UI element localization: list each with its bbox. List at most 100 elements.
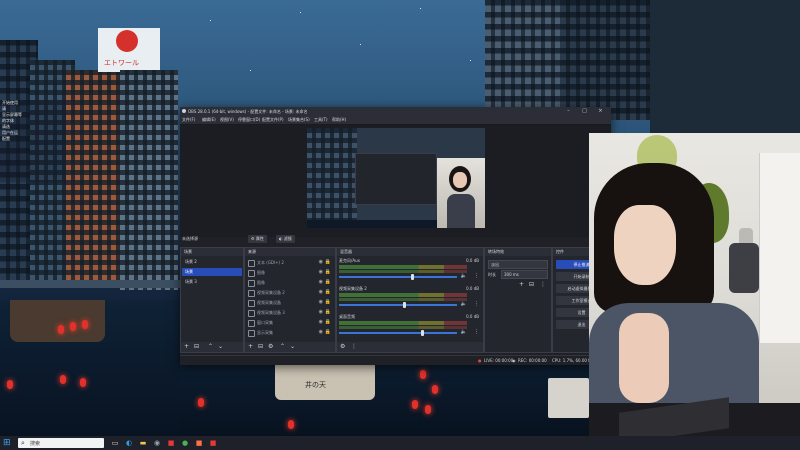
ferry-boat: 井の天 — [275, 362, 375, 400]
add-transition-icon[interactable]: + — [519, 282, 524, 288]
lock-icon[interactable]: 🔒 — [325, 268, 331, 277]
lock-icon[interactable]: 🔒 — [325, 298, 331, 307]
visibility-eye-icon[interactable]: ◉ — [319, 328, 323, 337]
source-item[interactable]: 窗口采集 ◉ 🔒 — [247, 318, 333, 327]
menu-file[interactable]: 文件(F) — [182, 117, 195, 123]
menu-view[interactable]: 视图(V) — [220, 117, 234, 123]
volume-slider[interactable] — [339, 332, 457, 334]
properties-button[interactable]: ⚙ 属性 — [248, 235, 267, 243]
move-up-icon[interactable]: ⌃ — [208, 344, 213, 350]
remove-source-icon[interactable]: ⊟ — [258, 344, 263, 350]
source-item[interactable]: 文本 (GDI+) 2 ◉ 🔒 — [247, 258, 333, 267]
windows-start-icon[interactable]: ⊞ — [3, 438, 13, 448]
explorer-icon[interactable]: ▬ — [138, 438, 148, 448]
add-source-icon[interactable]: + — [248, 344, 253, 350]
webcam-feed — [589, 133, 800, 436]
lock-icon[interactable]: 🔒 — [325, 288, 331, 297]
channel-db: 0.0 dB — [466, 258, 479, 263]
volume-slider[interactable] — [339, 276, 457, 278]
advanced-audio-icon[interactable]: ⚙ — [340, 344, 345, 350]
visibility-eye-icon[interactable]: ◉ — [319, 278, 323, 287]
app-icon[interactable]: ■ — [208, 438, 218, 448]
menu-profile[interactable]: 配置文件(P) — [262, 117, 284, 123]
volume-slider-handle[interactable] — [411, 274, 415, 280]
mixer-channel: 视频采集设备 2 0.0 dB 🔈 ⋮ — [339, 286, 481, 314]
source-label: 视频采集设备 2 — [257, 290, 285, 295]
lock-icon[interactable]: 🔒 — [325, 308, 331, 317]
obs-icon[interactable]: ◉ — [152, 438, 162, 448]
source-item[interactable]: 显示采集 ◉ 🔒 — [247, 328, 333, 337]
lock-icon[interactable]: 🔒 — [325, 318, 331, 327]
cpu-fps: CPU: 1.7%, 60.00 fps — [552, 358, 595, 363]
volume-slider[interactable] — [339, 304, 457, 306]
speaker-icon[interactable]: 🔈 — [461, 329, 467, 335]
source-label: 显示采集 — [257, 330, 273, 335]
visibility-eye-icon[interactable]: ◉ — [319, 288, 323, 297]
menu-docks[interactable]: 停靠窗口(D) — [238, 117, 260, 123]
channel-name: 视频采集设备 2 — [339, 286, 367, 291]
app-icon[interactable]: ■ — [166, 438, 176, 448]
no-source-selected-label: 未选择源 — [182, 236, 198, 241]
lock-icon[interactable]: 🔒 — [325, 278, 331, 287]
window-titlebar[interactable]: OBS 28.0.1 (64-bit, windows) - 配置文件: 未命名… — [180, 107, 611, 116]
obs-window[interactable]: OBS 28.0.1 (64-bit, windows) - 配置文件: 未命名… — [180, 107, 611, 365]
volume-slider-handle[interactable] — [402, 302, 406, 308]
visibility-eye-icon[interactable]: ◉ — [319, 268, 323, 277]
minimize-icon[interactable]: – — [563, 108, 574, 115]
close-icon[interactable]: × — [595, 108, 606, 115]
filters-button[interactable]: ◐ 滤镜 — [276, 235, 295, 243]
mixer-menu-icon[interactable]: ⋮ — [351, 344, 357, 350]
move-down-icon[interactable]: ⌄ — [218, 344, 223, 350]
lock-icon[interactable]: 🔒 — [325, 328, 331, 337]
menu-help[interactable]: 帮助(H) — [332, 117, 346, 123]
task-view-icon[interactable]: ▭ — [110, 438, 120, 448]
source-item[interactable]: 视频采集设备 ◉ 🔒 — [247, 298, 333, 307]
move-down-icon[interactable]: ⌄ — [290, 344, 295, 350]
transition-type-select[interactable]: 淡出 — [488, 260, 548, 269]
speaker-icon[interactable]: 🔈 — [461, 301, 467, 307]
channel-settings-icon[interactable]: ⋮ — [474, 273, 479, 279]
status-bar: ● LIVE: 00:00:00 ◉ REC: 00:00:00 CPU: 1.… — [180, 355, 611, 365]
etoile-sign: エトワール — [98, 28, 160, 72]
transition-menu-icon[interactable]: ⋮ — [540, 282, 546, 288]
app-icon[interactable]: ■ — [194, 438, 204, 448]
menu-scene-collection[interactable]: 场景集合(S) — [288, 117, 310, 123]
visibility-eye-icon[interactable]: ◉ — [319, 318, 323, 327]
sources-dock-title: 来源 — [245, 248, 335, 256]
visibility-eye-icon[interactable]: ◉ — [319, 258, 323, 267]
remove-scene-icon[interactable]: ⊟ — [194, 344, 199, 350]
search-placeholder: 搜索 — [30, 441, 41, 447]
remove-transition-icon[interactable]: ⊟ — [529, 282, 534, 288]
maximize-icon[interactable]: □ — [579, 108, 590, 115]
speaker-icon[interactable]: 🔈 — [461, 273, 467, 279]
scene-item-selected[interactable]: 场景 — [182, 268, 242, 276]
source-label: 文本 (GDI+) 2 — [257, 260, 284, 265]
source-item[interactable]: 图像 ◉ 🔒 — [247, 268, 333, 277]
lock-icon[interactable]: 🔒 — [325, 258, 331, 267]
channel-db: 0.0 dB — [466, 314, 479, 319]
menu-edit[interactable]: 编辑(E) — [202, 117, 216, 123]
source-item[interactable]: 视频采集设备 2 ◉ 🔒 — [247, 288, 333, 297]
menu-tools[interactable]: 工具(T) — [314, 117, 328, 123]
scene-item[interactable]: 场景 2 — [182, 258, 242, 266]
program-preview[interactable] — [307, 128, 485, 228]
source-item[interactable]: 视频采集设备 3 ◉ 🔒 — [247, 308, 333, 317]
channel-settings-icon[interactable]: ⋮ — [474, 301, 479, 307]
chair — [729, 243, 759, 293]
taskbar: ⊞ ⌕ 搜索 ▭ ◐ ▬ ◉ ■ ● ■ ■ — [0, 436, 800, 450]
source-item[interactable]: 图像 ◉ 🔒 — [247, 278, 333, 287]
chrome-icon[interactable]: ● — [180, 438, 190, 448]
move-up-icon[interactable]: ⌃ — [280, 344, 285, 350]
taskbar-search-input[interactable]: ⌕ 搜索 — [18, 438, 104, 448]
volume-slider-handle[interactable] — [420, 330, 424, 336]
visibility-eye-icon[interactable]: ◉ — [319, 298, 323, 307]
filters-label: 滤镜 — [283, 236, 292, 241]
edge-icon[interactable]: ◐ — [124, 438, 134, 448]
channel-settings-icon[interactable]: ⋮ — [474, 329, 479, 335]
duration-input[interactable]: 300 ms — [501, 270, 548, 279]
scene-item[interactable]: 场景 3 — [182, 278, 242, 286]
scenes-dock-title: 场景 — [181, 248, 243, 256]
add-scene-icon[interactable]: + — [184, 344, 189, 350]
visibility-eye-icon[interactable]: ◉ — [319, 308, 323, 317]
source-settings-icon[interactable]: ⚙ — [268, 344, 273, 350]
